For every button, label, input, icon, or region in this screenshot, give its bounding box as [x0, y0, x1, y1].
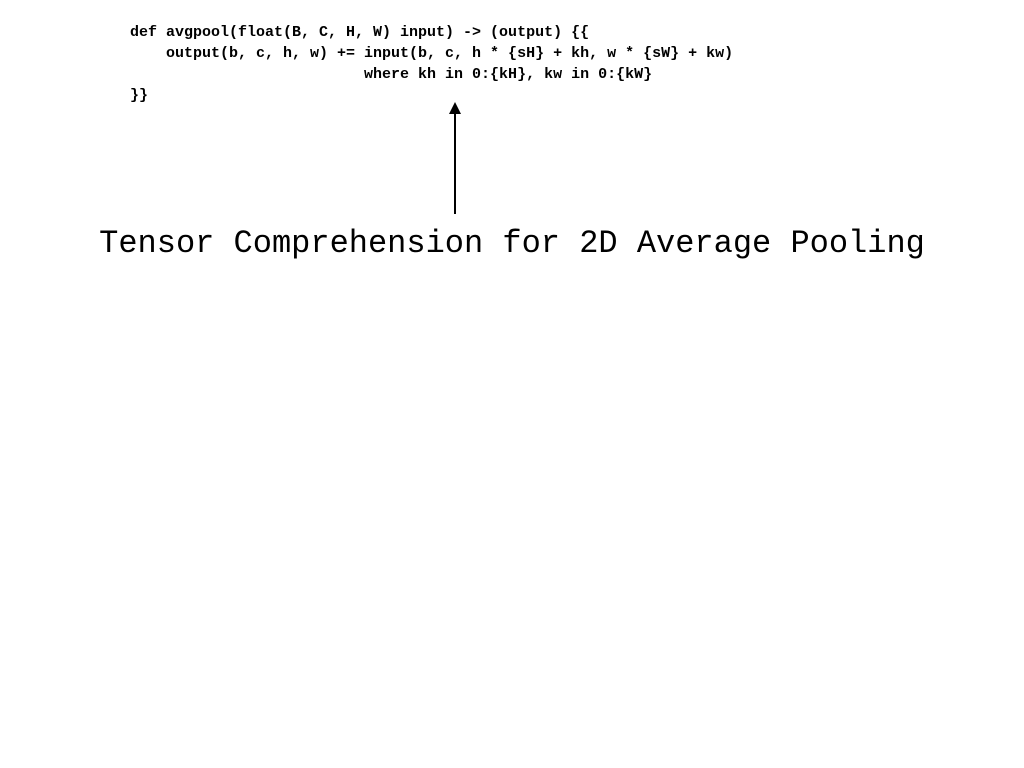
code-line-3: where kh in 0:{kH}, kw in 0:{kW} [130, 66, 652, 83]
arrow-line [454, 114, 456, 214]
code-line-1: def avgpool(float(B, C, H, W) input) -> … [130, 24, 589, 41]
arrow-head-icon [449, 102, 461, 114]
code-block: def avgpool(float(B, C, H, W) input) -> … [130, 22, 733, 106]
code-line-2: output(b, c, h, w) += input(b, c, h * {s… [130, 45, 733, 62]
code-line-4: }} [130, 87, 148, 104]
arrow-up [449, 102, 461, 214]
caption-text: Tensor Comprehension for 2D Average Pool… [0, 225, 1024, 262]
